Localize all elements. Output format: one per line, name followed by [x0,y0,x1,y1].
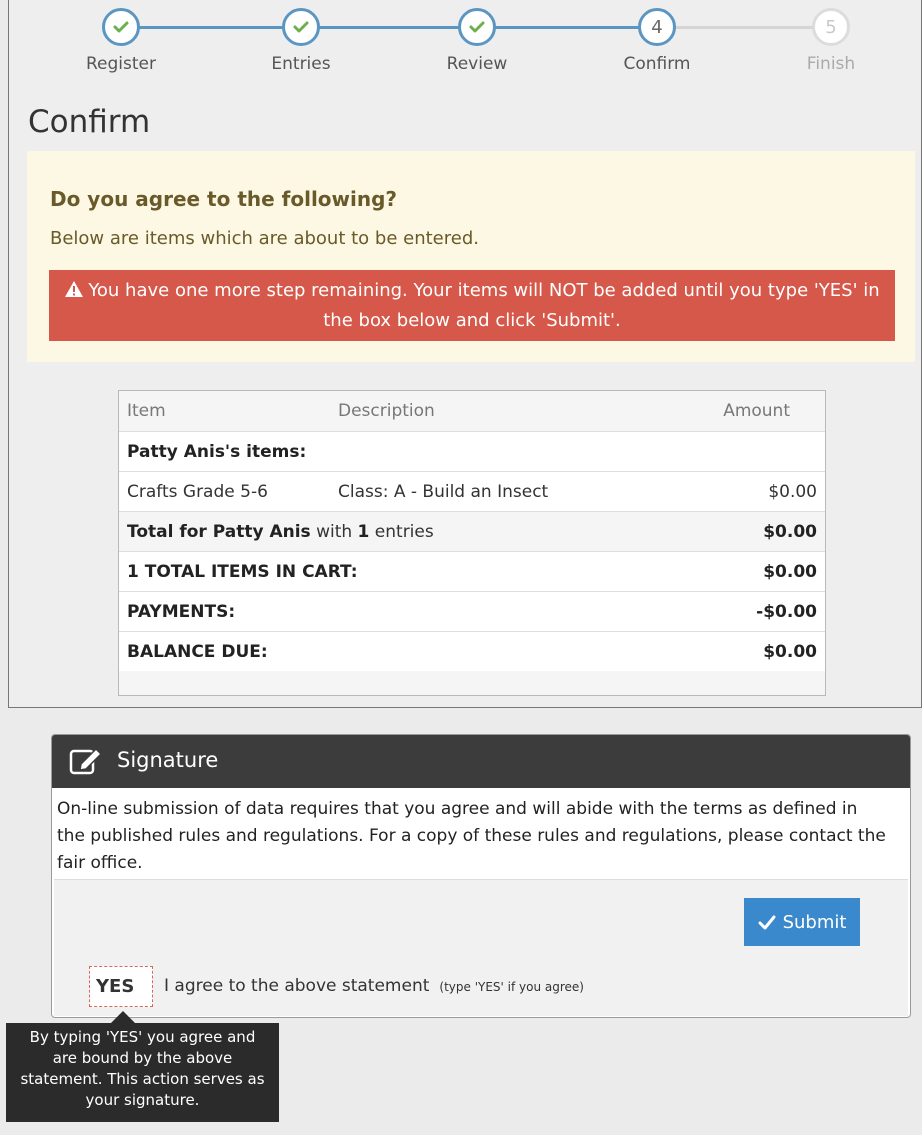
table-row: Patty Anis's items: [119,431,825,471]
submit-label: Submit [782,911,847,933]
signature-title: Signature [117,748,219,772]
check-icon [282,8,320,46]
table-row: BALANCE DUE: $0.00 [119,631,825,671]
warning-alert: You have one more step remaining. Your i… [49,270,895,341]
page-title: Confirm [28,104,151,140]
owner-label: Patty Anis's items: [127,442,307,462]
table-row: PAYMENTS: -$0.00 [119,591,825,631]
agreement-title: Do you agree to the following? [50,187,398,211]
table-row: Total for Patty Anis with 1 entries $0.0… [119,511,825,551]
column-header-item: Item [127,401,166,421]
signature-panel: Signature On-line submission of data req… [51,734,911,1018]
payments-amount: -$0.00 [756,602,817,622]
tooltip-arrow [111,1011,135,1023]
step-review: Review [407,8,547,74]
step-finish: 5 Finish [761,8,901,74]
warning-text: You have one more step remaining. Your i… [88,280,880,331]
balance-label: BALANCE DUE: [127,642,268,662]
step-label: Finish [806,54,856,74]
cart-total-amount: $0.00 [763,562,817,582]
total-for-amount: $0.00 [763,522,817,542]
entry-item: Crafts Grade 5-6 [127,482,268,502]
yes-input[interactable] [89,966,153,1007]
signature-tooltip: By typing 'YES' you agree and are bound … [6,1023,279,1122]
check-icon [102,8,140,46]
signature-footer: Submit I agree to the above statement(ty… [54,879,908,1016]
step-label: Entries [271,54,331,74]
entry-description: Class: A - Build an Insect [338,482,549,502]
table-header-row: Item Description Amount [119,391,825,431]
agree-statement: I agree to the above statement (type 'YES… [164,976,584,996]
agree-hint: (type 'YES' if you agree) [439,980,584,994]
balance-amount: $0.00 [763,642,817,662]
signature-header: Signature [52,735,910,788]
table-row: 1 TOTAL ITEMS IN CART: $0.00 [119,551,825,591]
step-register: Register [51,8,191,74]
entry-amount: $0.00 [768,482,817,502]
step-label: Register [86,54,156,74]
submit-button[interactable]: Submit [744,898,860,946]
payments-label: PAYMENTS: [127,602,236,622]
cart-total-label: 1 TOTAL ITEMS IN CART: [127,562,358,582]
check-icon [458,8,496,46]
step-label: Confirm [623,54,691,74]
agreement-subtitle: Below are items which are about to be en… [50,228,479,249]
step-confirm: 4 Confirm [587,8,727,74]
total-for-label: Total for Patty Anis with 1 entries [127,522,434,542]
step-number: 4 [638,8,676,46]
warning-icon [64,279,84,307]
terms-text: On-line submission of data requires that… [57,799,886,873]
step-number: 5 [812,8,850,46]
column-header-description: Description [338,401,435,421]
confirm-panel: Register Entries Review 4 Confirm 5 Fini… [8,0,922,708]
progress-stepper: Register Entries Review 4 Confirm 5 Fini… [9,0,922,90]
check-icon [758,915,776,929]
step-label: Review [446,54,508,74]
agreement-box: Do you agree to the following? Below are… [27,151,915,362]
step-entries: Entries [231,8,371,74]
items-table: Item Description Amount Patty Anis's ite… [118,390,826,696]
table-row: Crafts Grade 5-6 Class: A - Build an Ins… [119,471,825,511]
edit-icon [69,747,103,779]
stepper-line-complete [139,26,659,29]
column-header-amount: Amount [723,401,790,421]
